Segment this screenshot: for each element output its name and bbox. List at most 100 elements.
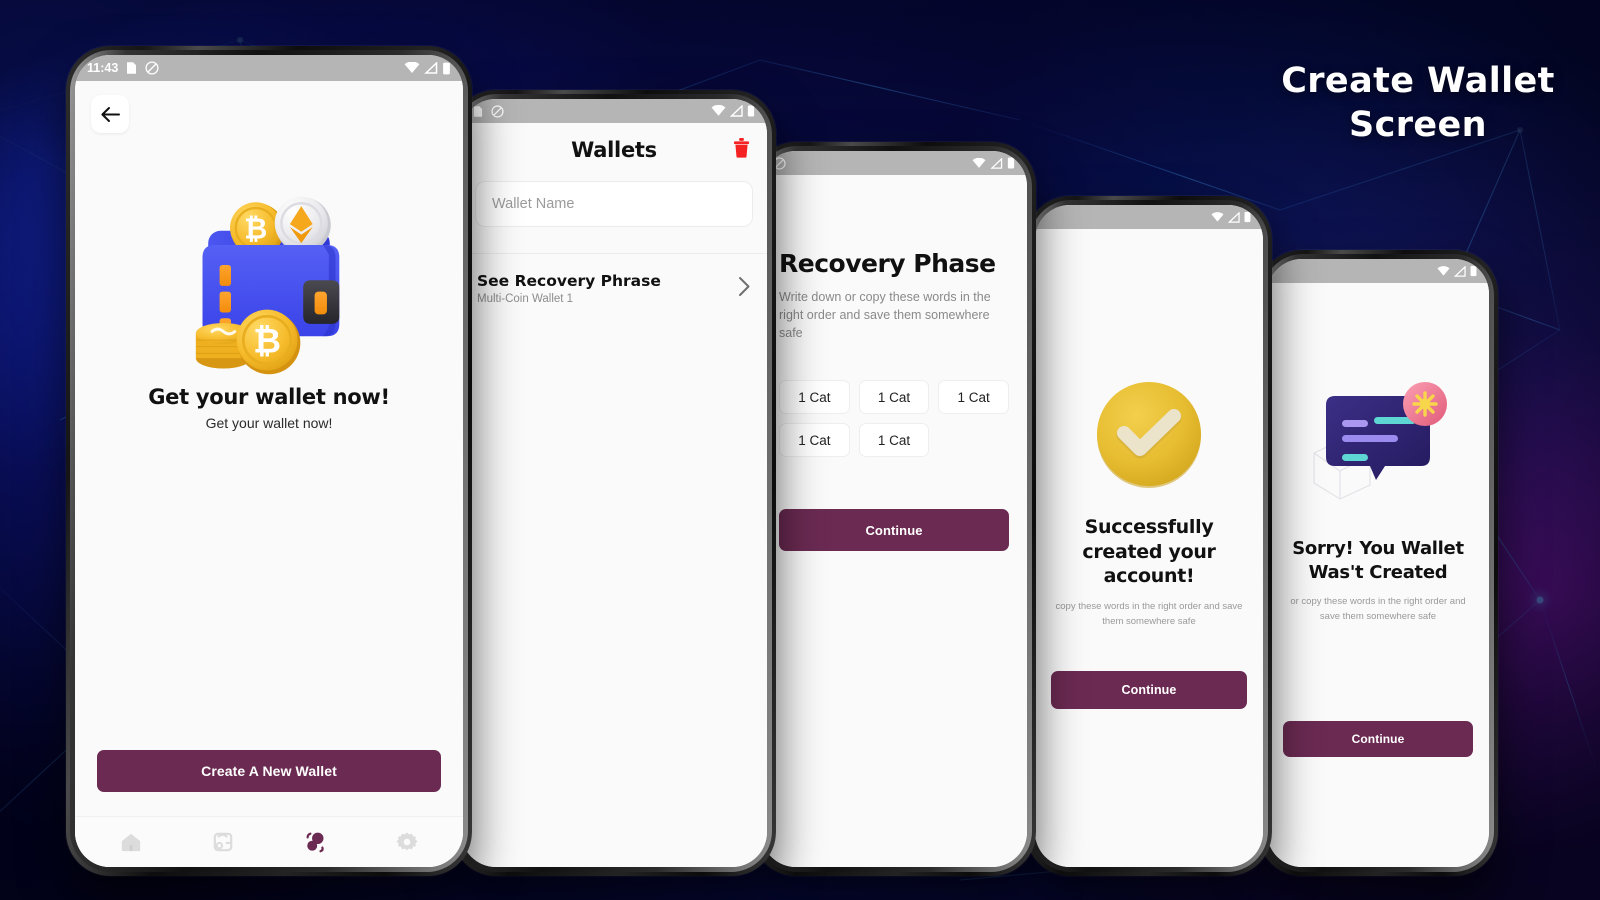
svg-text:₿: ₿ <box>253 321 281 361</box>
recovery-title: Recovery Phase <box>779 249 996 278</box>
continue-button-3[interactable]: Continue <box>779 509 1009 552</box>
do-not-disturb-icon <box>145 61 159 75</box>
phone-mockup-2: Wallets Wallet Name See Recovery Phrase <box>452 90 776 876</box>
phone-mockup-1: 11:43 ₿ ₿ Get your wallet now! Get your … <box>66 46 472 876</box>
signal-icon <box>990 157 1003 169</box>
recovery-word-chip[interactable]: 1 Cat <box>938 380 1009 415</box>
status-bar-right-icons-5 <box>1437 265 1477 277</box>
battery-icon <box>1007 157 1015 169</box>
screen-3-gap <box>761 457 1027 509</box>
phone-mockup-3: Recovery Phase Write down or copy these … <box>752 142 1036 876</box>
success-subtitle: copy these words in the right order and … <box>1055 601 1243 627</box>
status-bar-4 <box>1035 205 1263 229</box>
wifi-icon <box>972 157 986 168</box>
list-item-subtitle: Multi-Coin Wallet 1 <box>477 293 574 305</box>
battery-icon <box>443 62 450 74</box>
tab-wallet[interactable] <box>210 829 236 855</box>
success-content: Successfully created your account! copy … <box>1035 229 1263 671</box>
screen-4-bottom-spacer <box>1035 709 1263 867</box>
phone-screen-5: Sorry! You Wallet Was't Created or copy … <box>1267 259 1489 867</box>
status-bar-2 <box>461 99 767 123</box>
back-button[interactable] <box>91 95 129 133</box>
battery-icon <box>747 105 755 117</box>
sim-card-icon <box>127 62 137 74</box>
signal-icon <box>1228 211 1240 223</box>
phone-screen-2: Wallets Wallet Name See Recovery Phrase <box>461 99 767 867</box>
wallets-title: Wallets <box>571 138 657 162</box>
wifi-icon <box>711 105 726 116</box>
recovery-subtitle: Write down or copy these words in the ri… <box>779 290 991 341</box>
hero-subtitle: Get your wallet now! <box>205 415 333 431</box>
list-item-see-recovery-phrase[interactable]: See Recovery Phrase Multi-Coin Wallet 1 <box>461 254 767 323</box>
status-bar-time: 11:43 <box>87 61 119 75</box>
phone-mockup-5: Sorry! You Wallet Was't Created or copy … <box>1258 250 1498 876</box>
arrow-left-icon <box>101 106 120 122</box>
recovery-header: Recovery Phase Write down or copy these … <box>761 175 1027 458</box>
create-new-wallet-button[interactable]: Create A New Wallet <box>97 750 441 792</box>
wallet-name-input[interactable]: Wallet Name <box>475 181 753 227</box>
tab-settings[interactable] <box>394 829 420 855</box>
wallet-hero: ₿ ₿ Get your wallet now! Get your wallet… <box>75 81 463 750</box>
bottom-tab-bar <box>75 816 463 867</box>
status-bar-5 <box>1267 259 1489 283</box>
status-bar-right-icons-1 <box>404 62 451 75</box>
screen-5-body: Sorry! You Wallet Was't Created or copy … <box>1267 283 1489 867</box>
signal-icon <box>424 62 438 74</box>
wallets-appbar: Wallets <box>461 123 767 177</box>
wifi-icon <box>1437 265 1450 276</box>
page-title: Create Wallet Screen <box>1268 60 1568 148</box>
failed-subtitle: or copy these words in the right order a… <box>1290 596 1466 622</box>
battery-icon <box>1244 211 1251 223</box>
wifi-icon <box>1211 211 1224 222</box>
signal-icon <box>730 105 743 117</box>
svg-text:₿: ₿ <box>244 212 267 245</box>
sim-card-icon <box>473 105 483 117</box>
screen-2-spacer <box>461 323 767 867</box>
screen-4-body: Successfully created your account! copy … <box>1035 229 1263 867</box>
check-circle-3d-illustration <box>1097 382 1201 488</box>
screen-1-body: ₿ ₿ Get your wallet now! Get your wallet… <box>75 81 463 867</box>
recovery-word-chip[interactable]: 1 Cat <box>858 423 930 458</box>
home-icon <box>121 833 141 852</box>
status-bar-right-icons-3 <box>972 157 1015 169</box>
list-item-title: See Recovery Phrase <box>477 272 661 290</box>
screen-2-body: Wallets Wallet Name See Recovery Phrase <box>461 123 767 867</box>
do-not-disturb-icon <box>491 104 504 118</box>
screen-3-body: Recovery Phase Write down or copy these … <box>761 175 1027 867</box>
status-bar-3 <box>761 151 1027 175</box>
failed-content: Sorry! You Wallet Was't Created or copy … <box>1267 283 1489 721</box>
tab-home[interactable] <box>118 829 144 855</box>
battery-icon <box>1470 265 1477 277</box>
recovery-word-grid: 1 Cat 1 Cat 1 Cat 1 Cat 1 Cat <box>779 380 1009 458</box>
tab-tokens[interactable] <box>302 829 328 855</box>
wallet-with-coins-3d-illustration: ₿ ₿ <box>195 196 340 375</box>
success-title: Successfully created your account! <box>1082 516 1216 588</box>
phone-screen-3: Recovery Phase Write down or copy these … <box>761 151 1027 867</box>
recovery-word-chip[interactable]: 1 Cat <box>779 380 850 415</box>
trash-icon-glyph <box>733 138 750 158</box>
continue-button-5[interactable]: Continue <box>1283 721 1473 757</box>
signal-icon <box>1454 265 1466 277</box>
hero-title: Get your wallet now! <box>148 385 390 409</box>
continue-button-4[interactable]: Continue <box>1051 671 1247 709</box>
phone-mockup-4: Successfully created your account! copy … <box>1026 196 1272 876</box>
wallet-icon <box>213 832 233 852</box>
recovery-word-chip[interactable]: 1 Cat <box>858 380 930 415</box>
trash-icon[interactable] <box>732 137 751 164</box>
atom-icon <box>306 832 324 853</box>
recovery-word-chip[interactable]: 1 Cat <box>779 423 850 458</box>
failed-title: Sorry! You Wallet Was't Created <box>1292 538 1464 583</box>
phone-screen-4: Successfully created your account! copy … <box>1035 205 1263 867</box>
screen-3-spacer <box>761 551 1027 867</box>
phone-screen-1: 11:43 ₿ ₿ Get your wallet now! Get your … <box>75 55 463 867</box>
wifi-icon <box>404 62 420 73</box>
screenshot-canvas: Create Wallet Screen Sorry! You Wallet W… <box>0 0 1600 900</box>
page-title-line2: Screen <box>1348 104 1487 145</box>
status-bar-right-icons-2 <box>711 105 755 117</box>
chevron-right-icon <box>738 276 751 302</box>
error-chat-bubble-3d-illustration <box>1312 382 1447 501</box>
status-bar-1: 11:43 <box>75 55 463 81</box>
gear-icon <box>396 832 418 851</box>
page-title-line1: Create Wallet <box>1281 61 1555 101</box>
status-bar-right-icons-4 <box>1211 211 1251 223</box>
